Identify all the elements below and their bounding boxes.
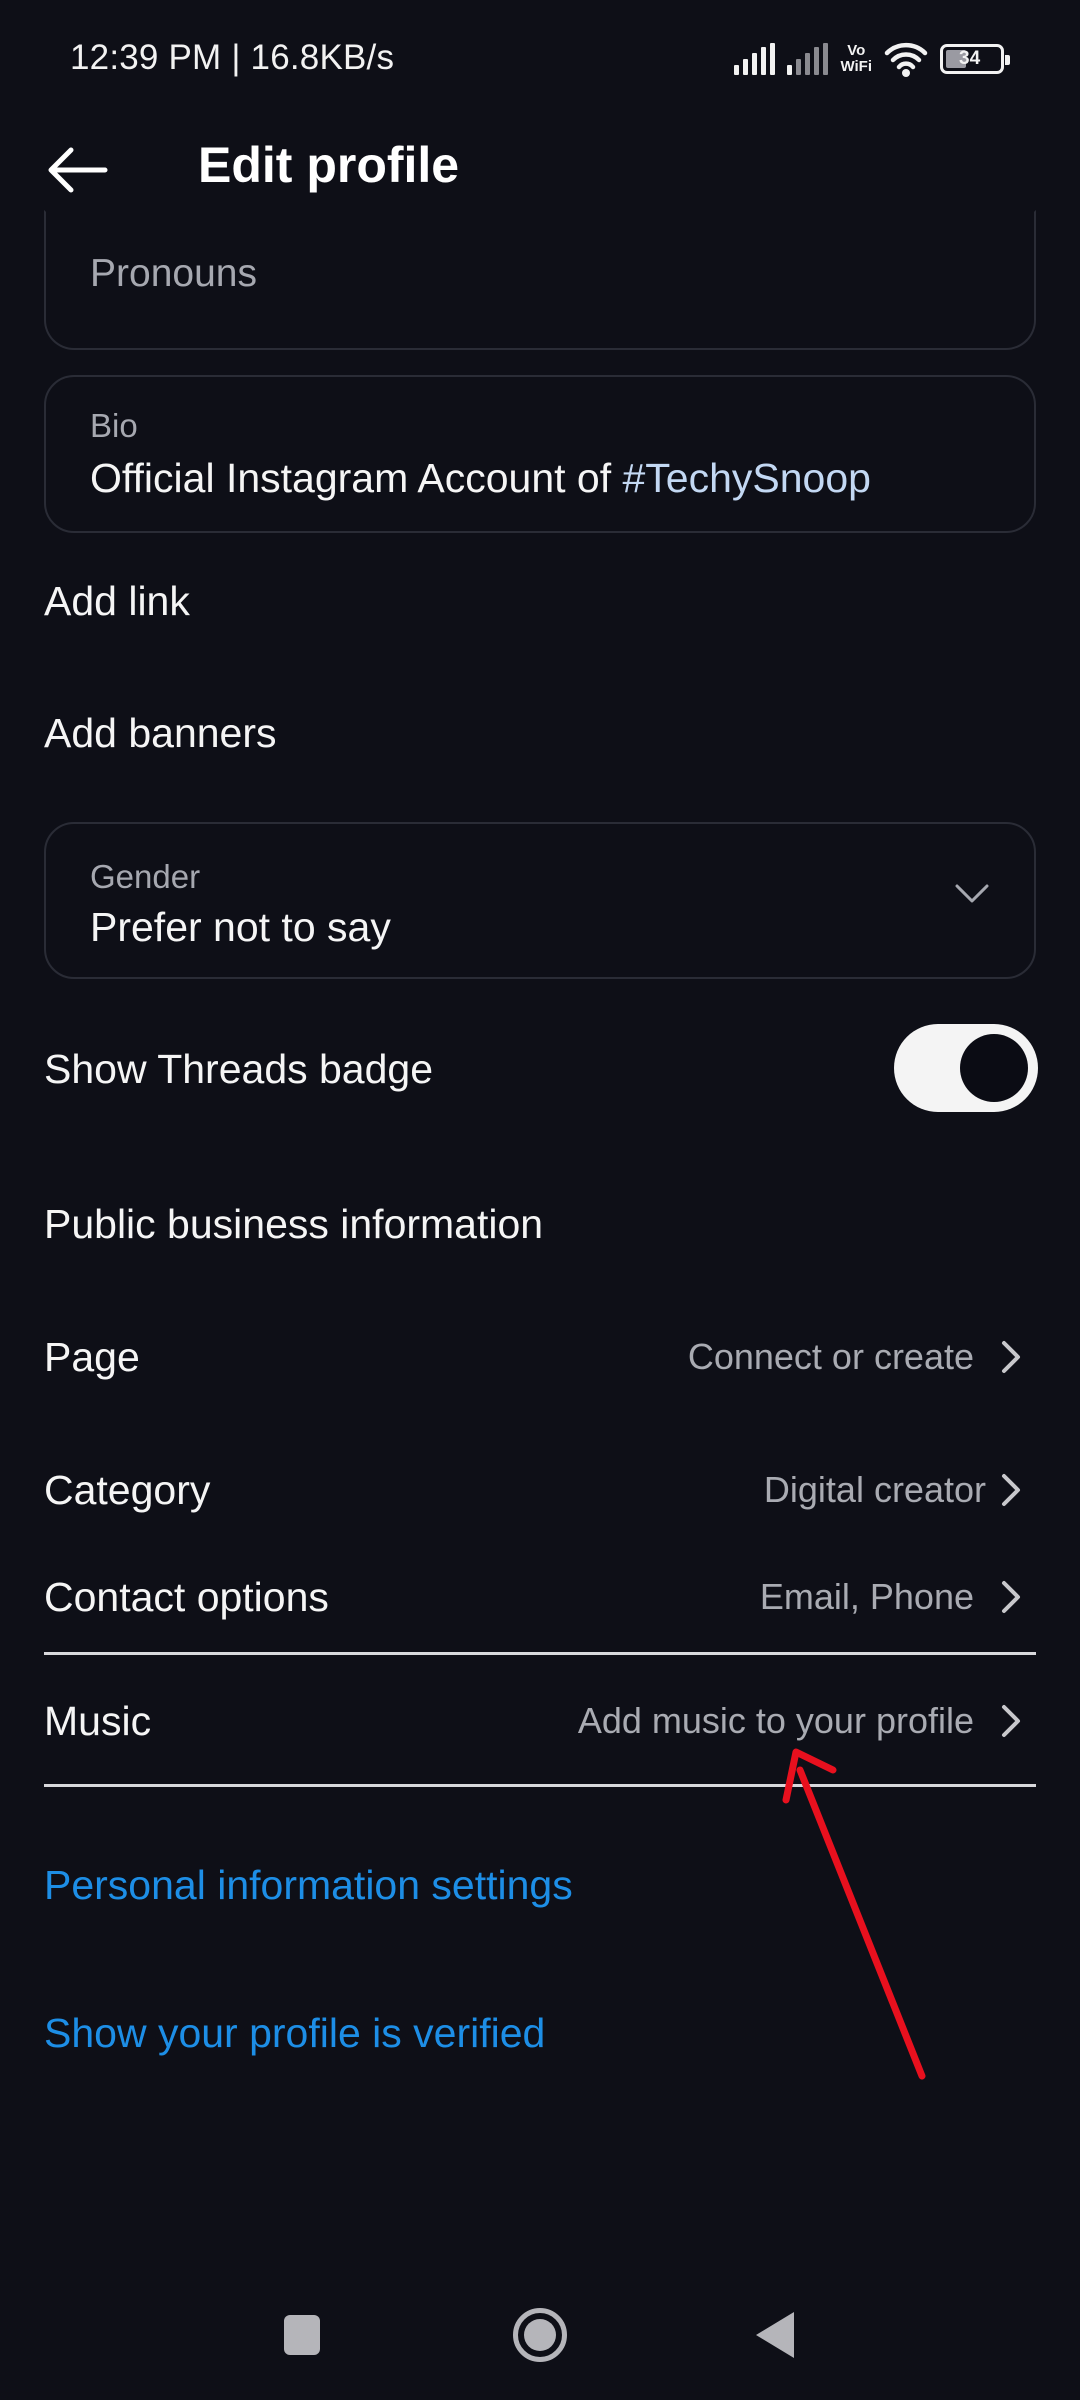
bio-field[interactable]: Bio Official Instagram Account of #Techy… (44, 375, 1036, 533)
page-label: Page (44, 1333, 140, 1380)
bio-label: Bio (90, 407, 138, 444)
page-value: Connect or create (687, 1336, 974, 1377)
square-icon[interactable] (284, 2315, 320, 2355)
music-label: Music (44, 1697, 152, 1744)
divider (44, 1784, 1036, 1787)
threads-badge-label: Show Threads badge (44, 1046, 434, 1092)
add-link-button[interactable]: Add link (44, 578, 190, 625)
battery-icon: 34 (940, 44, 1010, 74)
arrow-left-icon (48, 147, 108, 193)
chevron-right-icon (1002, 1581, 1020, 1613)
gender-dropdown[interactable]: Gender Prefer not to say (44, 822, 1036, 979)
add-banners-button[interactable]: Add banners (44, 710, 277, 757)
wifi-icon (884, 42, 928, 77)
navigation-bar (0, 2270, 1080, 2400)
bio-value: Official Instagram Account of #TechySnoo… (90, 455, 871, 502)
toggle-knob (960, 1034, 1028, 1102)
status-icons: Vo WiFi 34 (734, 38, 1010, 80)
status-bar: 12:39 PM | 16.8KB/s Vo WiFi 34 (0, 0, 1080, 120)
contact-options-row[interactable]: Contact options Email, Phone (44, 1552, 1036, 1642)
triangle-back-icon[interactable] (756, 2312, 794, 2358)
status-time: 12:39 PM | 16.8KB/s (70, 38, 395, 77)
page-row[interactable]: Page Connect or create (44, 1312, 1036, 1402)
vowifi-icon: Vo WiFi (840, 42, 872, 75)
home-dot (524, 2319, 556, 2351)
category-label: Category (44, 1466, 211, 1513)
category-row[interactable]: Category Digital creator (44, 1445, 1036, 1535)
contact-options-label: Contact options (44, 1573, 329, 1620)
back-button[interactable] (40, 140, 114, 200)
battery-level: 34 (959, 48, 981, 69)
music-value: Add music to your profile (577, 1700, 974, 1741)
circle-icon[interactable] (513, 2308, 567, 2362)
bio-hashtag[interactable]: #TechySnoop (623, 455, 871, 501)
pronouns-field[interactable]: Pronouns (44, 210, 1036, 350)
bio-text: Official Instagram Account of (90, 455, 623, 501)
contact-options-value: Email, Phone (759, 1576, 974, 1617)
page-title: Edit profile (198, 137, 460, 193)
music-row[interactable]: Music Add music to your profile (44, 1676, 1036, 1766)
chevron-right-icon (1002, 1341, 1020, 1373)
gender-value: Prefer not to say (90, 904, 391, 950)
threads-badge-toggle[interactable] (894, 1024, 1038, 1112)
signal-icon (734, 43, 776, 75)
gender-label: Gender (90, 858, 201, 895)
signal-2-icon (787, 43, 829, 75)
business-section-title: Public business information (44, 1201, 544, 1247)
category-value: Digital creator (763, 1469, 986, 1510)
chevron-right-icon (1002, 1705, 1020, 1737)
show-verified-link[interactable]: Show your profile is verified (44, 2010, 545, 2057)
chevron-down-icon (955, 884, 989, 903)
chevron-right-icon (1002, 1474, 1020, 1506)
pronouns-placeholder: Pronouns (90, 252, 257, 295)
divider (44, 1652, 1036, 1655)
personal-info-settings-link[interactable]: Personal information settings (44, 1862, 573, 1909)
